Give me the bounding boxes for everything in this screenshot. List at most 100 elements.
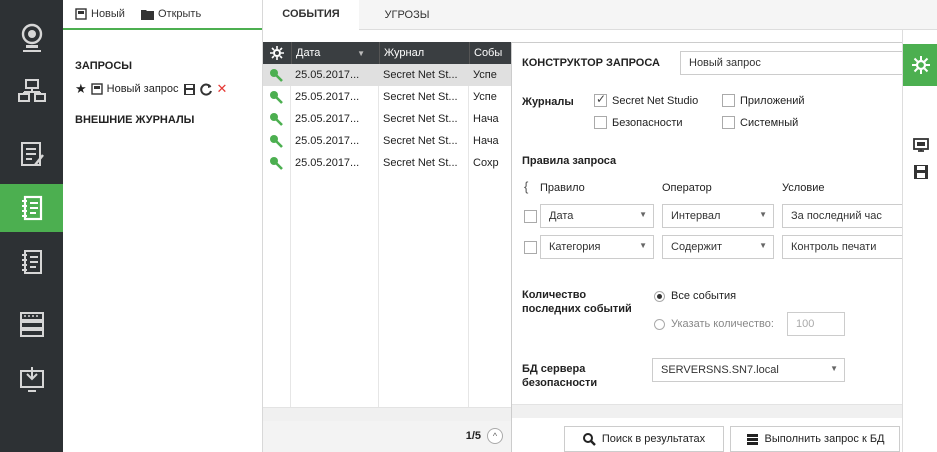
open-query-button[interactable]: Открыть: [140, 8, 201, 20]
rules-label: Правила запроса: [522, 155, 617, 167]
all-events-radio[interactable]: [654, 290, 665, 302]
grid-footer: 1/5 ^: [263, 407, 511, 452]
column-event-header[interactable]: Собы: [469, 42, 511, 64]
row-date: 25.05.2017...: [295, 69, 360, 81]
nav-servers-icon[interactable]: [0, 300, 63, 348]
table-row[interactable]: 25.05.2017... Secret Net St... Нача: [263, 108, 511, 130]
success-key-icon: [269, 152, 287, 174]
rule-row-checkbox[interactable]: [524, 210, 537, 223]
journal-apps-checkbox[interactable]: [722, 94, 735, 107]
column-date-label: Дата: [296, 47, 321, 59]
refresh-query-icon[interactable]: [199, 83, 213, 96]
table-row[interactable]: 25.05.2017... Secret Net St... Успе: [263, 64, 511, 86]
db-server-value: SERVERSNS.SN7.local: [661, 364, 779, 376]
row-journal: Secret Net St...: [383, 157, 458, 169]
nav-journals-icon[interactable]: [0, 184, 63, 232]
search-in-results-button[interactable]: Поиск в результатах: [564, 426, 724, 452]
journal-secret-net-checkbox[interactable]: [594, 92, 607, 107]
table-row[interactable]: 25.05.2017... Secret Net St... Сохр: [263, 152, 511, 174]
count-input[interactable]: 100: [787, 312, 845, 336]
constructor-gear-icon[interactable]: [903, 44, 937, 86]
dropdown-arrow-icon: ▼: [759, 210, 767, 219]
rule-row-checkbox[interactable]: [524, 241, 537, 254]
table-row[interactable]: 25.05.2017... Secret Net St... Нача: [263, 130, 511, 152]
table-row[interactable]: 25.05.2017... Secret Net St... Успе: [263, 86, 511, 108]
nav-archive-journals-icon[interactable]: [0, 238, 63, 286]
condition-header: Условие: [782, 182, 825, 194]
row-journal: Secret Net St...: [383, 135, 458, 147]
column-settings-gear-icon[interactable]: [267, 42, 287, 64]
grid-header: Дата ▼ Журнал Собы: [263, 42, 511, 64]
run-query-label: Выполнить запрос к БД: [764, 433, 885, 445]
rule-field-select[interactable]: Дата ▼: [540, 204, 654, 228]
external-journals-title: ВНЕШНИЕ ЖУРНАЛЫ: [75, 114, 195, 126]
journal-apps-label: Приложений: [740, 94, 805, 107]
success-key-icon: [269, 108, 287, 130]
db-server-select[interactable]: SERVERSNS.SN7.local ▼: [652, 358, 845, 382]
operator-header: Оператор: [662, 182, 712, 194]
close-query-icon[interactable]: ✕: [217, 81, 228, 97]
column-date-header[interactable]: Дата ▼: [291, 42, 371, 64]
row-date: 25.05.2017...: [295, 157, 360, 169]
run-query-button[interactable]: Выполнить запрос к БД: [730, 426, 900, 452]
rule-header: Правило: [540, 182, 585, 194]
row-date: 25.05.2017...: [295, 91, 360, 103]
app-window: Новый Открыть ЗАПРОСЫ ★ Новый запрос ✕ В…: [0, 0, 937, 452]
journal-security-option[interactable]: Безопасности: [594, 116, 683, 129]
nav-policies-icon[interactable]: [0, 130, 63, 178]
save-icon[interactable]: [903, 164, 937, 180]
search-icon: [582, 432, 596, 446]
favorite-star-icon[interactable]: ★: [75, 81, 87, 97]
column-journal-header[interactable]: Журнал: [379, 42, 465, 64]
nav-network-icon[interactable]: [0, 68, 63, 116]
page-counter: 1/5: [465, 430, 481, 442]
row-date: 25.05.2017...: [295, 135, 360, 147]
rule-field-select[interactable]: Категория ▼: [540, 235, 654, 259]
search-in-results-label: Поиск в результатах: [601, 433, 706, 445]
rule-operator-value: Интервал: [671, 210, 721, 222]
specify-count-option[interactable]: Указать количество:: [654, 318, 774, 330]
query-list-item[interactable]: ★ Новый запрос ✕: [63, 78, 262, 100]
db-label-line2: безопасности: [522, 377, 598, 389]
new-query-button[interactable]: Новый: [75, 8, 125, 20]
specify-count-radio[interactable]: [654, 318, 665, 330]
journal-apps-option[interactable]: Приложений: [722, 94, 805, 107]
nav-monitor-icon[interactable]: [0, 14, 63, 62]
journal-system-option[interactable]: Системный: [722, 116, 798, 129]
query-document-icon: [90, 83, 103, 95]
row-event: Нача: [473, 113, 499, 125]
row-event: Успе: [473, 69, 497, 81]
query-constructor-panel: КОНСТРУКТОР ЗАПРОСА Новый запрос Журналы…: [511, 42, 903, 452]
save-query-icon[interactable]: [183, 83, 196, 96]
tab-threats[interactable]: УГРОЗЫ: [359, 0, 455, 30]
success-key-icon: [269, 64, 287, 86]
tab-events[interactable]: СОБЫТИЯ: [263, 0, 359, 30]
constructor-horizontal-scrollbar[interactable]: [512, 404, 903, 418]
grid-horizontal-scrollbar[interactable]: [263, 407, 511, 421]
journal-secret-net-label: Secret Net Studio: [612, 94, 699, 107]
db-label-line1: БД сервера: [522, 363, 586, 375]
rule-operator-select[interactable]: Содержит ▼: [662, 235, 774, 259]
journal-security-checkbox[interactable]: [594, 116, 607, 129]
journal-secret-net-option[interactable]: Secret Net Studio: [594, 92, 699, 107]
rule-operator-value: Содержит: [671, 241, 723, 253]
rule-condition-input[interactable]: Контроль печати: [782, 235, 903, 259]
sort-arrow-icon: ▼: [357, 48, 365, 58]
rule-field-value: Дата: [549, 210, 574, 222]
journal-system-label: Системный: [740, 116, 799, 129]
left-nav-rail: [0, 0, 63, 452]
pager-up-icon[interactable]: ^: [487, 428, 503, 444]
queries-toolbar: Новый Открыть: [63, 0, 262, 30]
queries-panel: Новый Открыть ЗАПРОСЫ ★ Новый запрос ✕ В…: [63, 0, 263, 452]
journal-system-checkbox[interactable]: [722, 116, 735, 129]
rule-operator-select[interactable]: Интервал ▼: [662, 204, 774, 228]
row-journal: Secret Net St...: [383, 113, 458, 125]
all-events-option[interactable]: Все события: [654, 290, 736, 302]
nav-deploy-icon[interactable]: [0, 356, 63, 404]
journals-label: Журналы: [522, 96, 574, 108]
rule-condition-input[interactable]: За последний час: [782, 204, 903, 228]
open-query-file-icon[interactable]: [903, 136, 937, 154]
right-rail: [902, 30, 937, 452]
query-name-input[interactable]: Новый запрос: [680, 51, 903, 75]
column-event-label: Собы: [474, 47, 503, 59]
